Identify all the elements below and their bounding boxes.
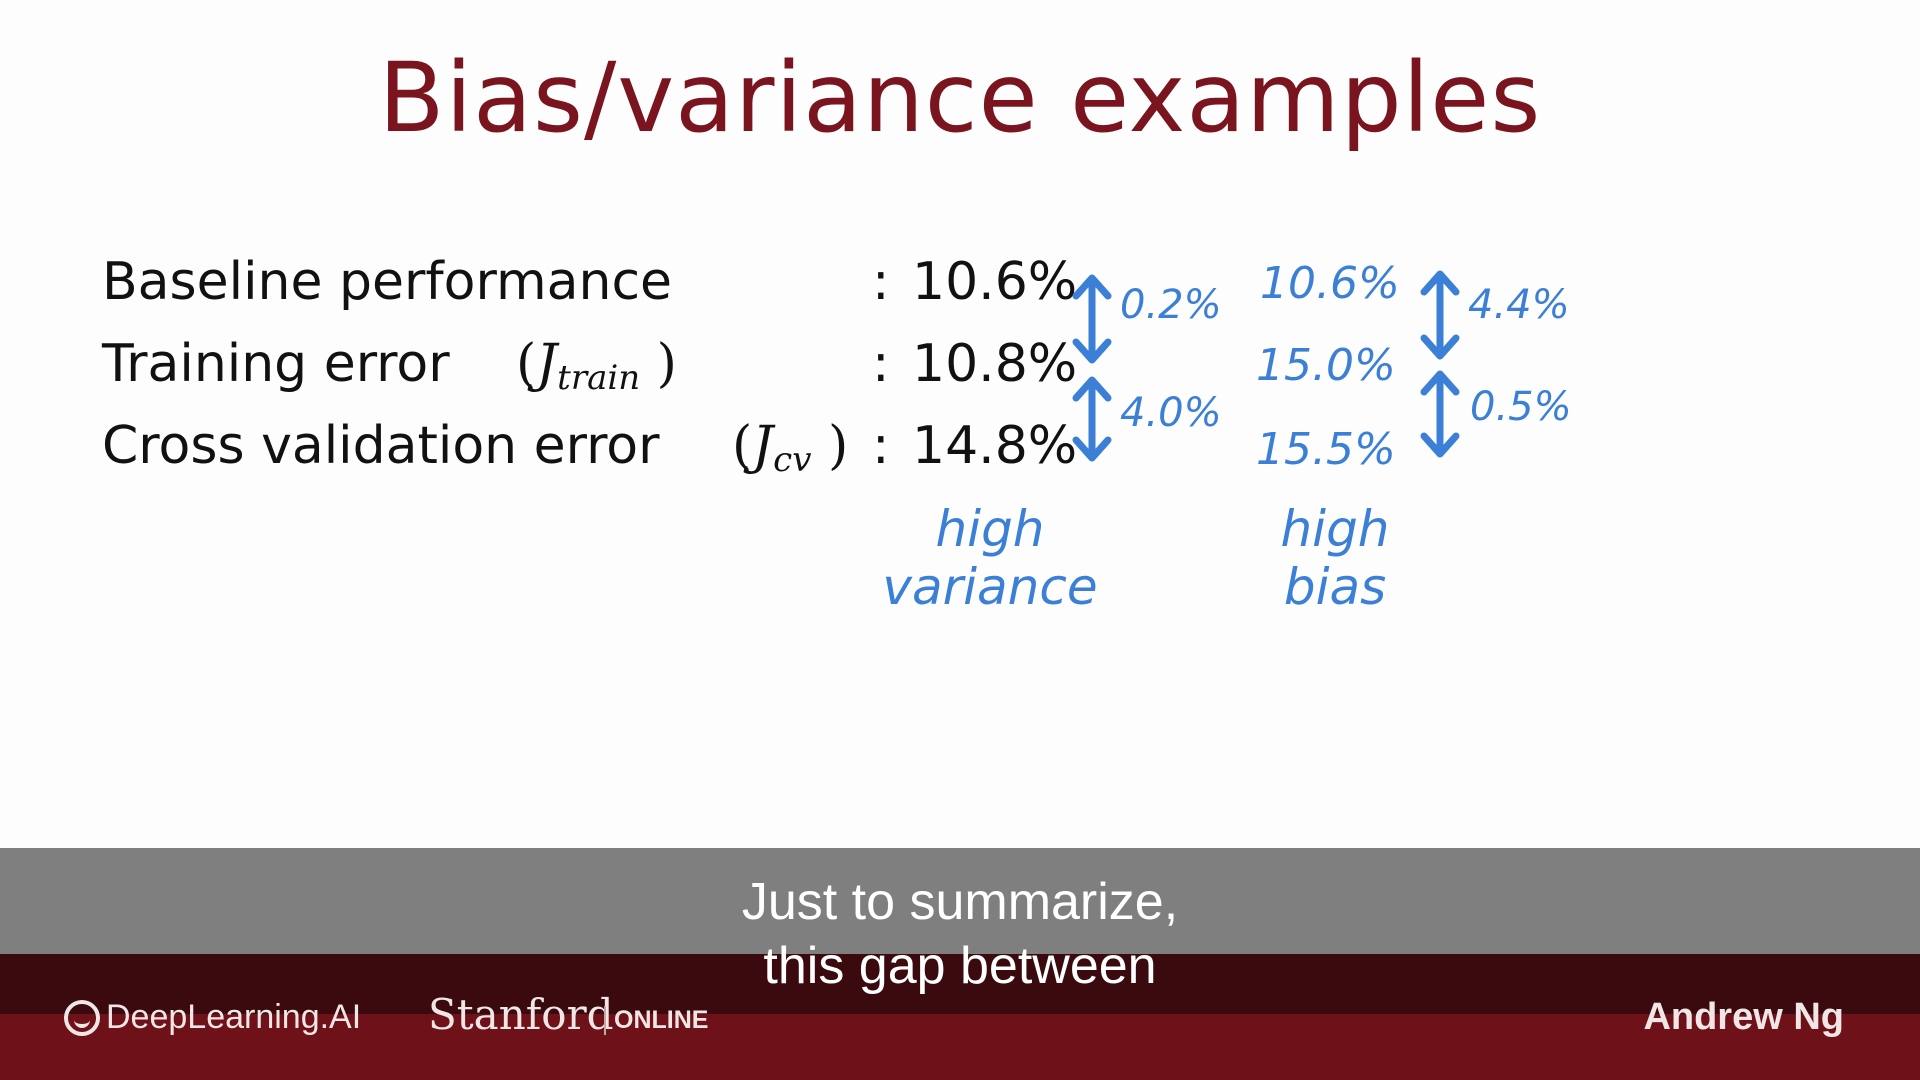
high-variance-line1: high xyxy=(935,500,1045,558)
deeplearning-logo-text: DeepLearning.AI xyxy=(106,998,362,1036)
presenter-name: Andrew Ng xyxy=(1643,996,1844,1038)
high-variance-line2: variance xyxy=(882,558,1098,616)
left-gap1-annotation: 0.2% xyxy=(1120,282,1222,328)
right-value-1: 10.6% xyxy=(1260,258,1400,309)
high-variance-label: high variance xyxy=(880,500,1100,616)
stanford-online-label: ONLINE xyxy=(604,1006,708,1035)
arrow-right-gap2 xyxy=(1420,370,1460,458)
deeplearning-logo: DeepLearning.AI xyxy=(64,998,361,1037)
high-bias-line1: high xyxy=(1280,500,1390,558)
caption-line-1: Just to summarize, xyxy=(741,873,1179,931)
caption-line-2: this gap between xyxy=(763,937,1157,995)
high-bias-label: high bias xyxy=(1240,500,1430,616)
left-gap2-annotation: 4.0% xyxy=(1120,390,1222,436)
arrow-right-gap1 xyxy=(1420,270,1460,360)
right-value-3: 15.5% xyxy=(1256,424,1396,475)
stanford-logo: Stanford xyxy=(428,990,614,1039)
high-bias-line2: bias xyxy=(1283,558,1387,616)
arrow-left-gap1 xyxy=(1072,274,1112,364)
deeplearning-logo-icon xyxy=(64,999,100,1036)
right-value-2: 15.0% xyxy=(1256,340,1396,391)
right-gap1-annotation: 4.4% xyxy=(1468,282,1570,328)
right-gap2-annotation: 0.5% xyxy=(1470,384,1572,430)
arrow-left-gap2 xyxy=(1072,376,1112,462)
